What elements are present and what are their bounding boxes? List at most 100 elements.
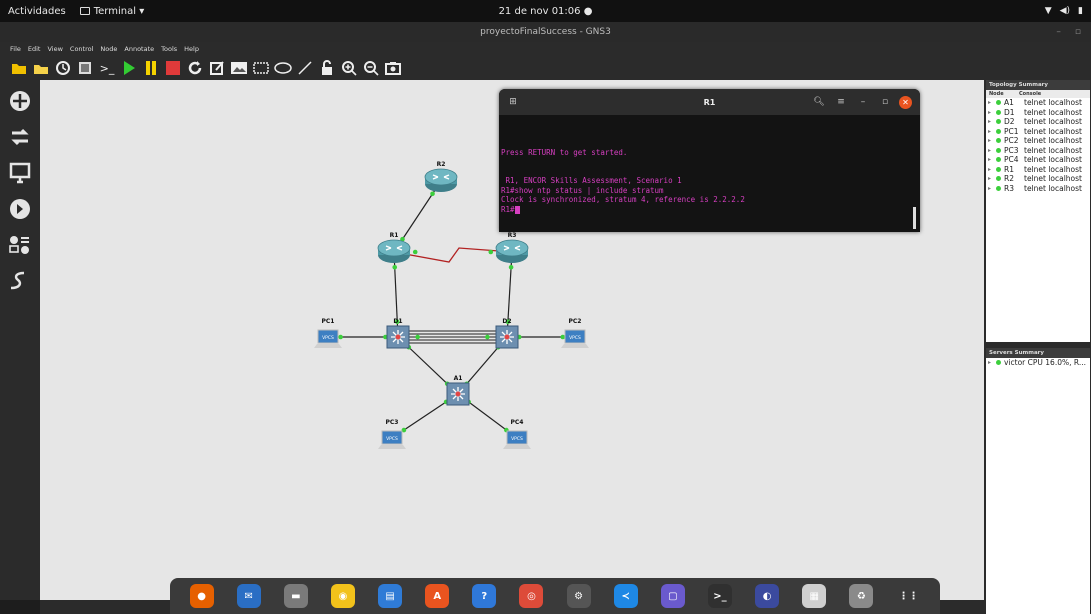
rectangle-icon[interactable] <box>252 59 270 77</box>
screenshot-icon[interactable] <box>384 59 402 77</box>
writer-icon[interactable]: ▤ <box>378 584 403 608</box>
node-r2[interactable]: R2 <box>424 161 458 192</box>
menu-item-control[interactable]: Control <box>70 45 94 53</box>
node-name: PC1 <box>1004 126 1019 136</box>
topology-summary-row[interactable]: ▸ PC1 telnet localhost <box>986 127 1090 137</box>
clock[interactable]: 21 de nov 01:06 ● <box>0 6 1091 17</box>
node-d1[interactable]: D1 <box>386 318 410 349</box>
search-icon[interactable]: 🔍︎ <box>811 94 827 110</box>
rhythmbox-icon[interactable]: ◉ <box>330 584 355 608</box>
expand-arrow-icon[interactable]: ▸ <box>988 156 996 163</box>
topology-summary-row[interactable]: ▸ R2 telnet localhost <box>986 174 1090 184</box>
lock-icon[interactable] <box>318 59 336 77</box>
node-r3[interactable]: R3 <box>495 232 529 263</box>
expand-arrow-icon[interactable]: ▸ <box>988 128 996 135</box>
image-icon[interactable] <box>230 59 248 77</box>
node-pc2[interactable]: VPCS PC2 <box>561 318 589 348</box>
system-tray[interactable]: ▼ ◀) ▮ <box>1045 6 1083 16</box>
topology-summary-row[interactable]: ▸ R1 telnet localhost <box>986 165 1090 175</box>
menu-item-annotate[interactable]: Annotate <box>124 45 154 53</box>
expand-arrow-icon[interactable]: ▸ <box>988 99 996 106</box>
end-devices-icon[interactable] <box>7 160 33 186</box>
expand-arrow-icon[interactable]: ▸ <box>988 147 996 154</box>
firefox-icon[interactable]: ● <box>189 584 214 608</box>
snapshot-icon[interactable] <box>54 59 72 77</box>
minimize-icon[interactable]: – <box>1056 27 1061 37</box>
menu-item-file[interactable]: File <box>10 45 21 53</box>
terminal-app-menu[interactable]: Terminal ▾ <box>74 6 150 17</box>
menu-item-node[interactable]: Node <box>100 45 117 53</box>
menu-icon[interactable]: ≡ <box>833 94 849 110</box>
thunderbird-icon[interactable]: ✉ <box>236 584 261 608</box>
eclipse-icon[interactable]: ◐ <box>755 584 780 608</box>
terminal-window[interactable]: ⊞ R1 🔍︎ ≡ – ▫ ✕ Press RETURN to get star… <box>499 89 920 232</box>
node-name: PC2 <box>1004 136 1019 146</box>
expand-arrow-icon[interactable]: ▸ <box>988 185 996 192</box>
menu-item-tools[interactable]: Tools <box>161 45 177 53</box>
settings-icon[interactable]: ⚙ <box>566 584 591 608</box>
folder-icon[interactable] <box>10 59 28 77</box>
minimize-icon[interactable]: – <box>855 94 871 110</box>
security-icon[interactable] <box>7 196 33 222</box>
switches-icon[interactable] <box>7 124 33 150</box>
routers-icon[interactable] <box>7 88 33 114</box>
trash-icon[interactable]: ♻ <box>849 584 874 608</box>
document-icon[interactable]: ▦ <box>802 584 827 608</box>
terminal-icon[interactable]: >_ <box>707 584 732 608</box>
start-icon[interactable] <box>120 59 138 77</box>
zoom-out-icon[interactable] <box>362 59 380 77</box>
software-icon[interactable]: A <box>425 584 450 608</box>
pause-icon[interactable] <box>142 59 160 77</box>
files-icon[interactable]: ▬ <box>283 584 308 608</box>
expand-arrow-icon[interactable]: ▸ <box>988 137 996 144</box>
terminal-output[interactable]: Press RETURN to get started. R1, ENCOR S… <box>499 115 920 218</box>
console-icon[interactable]: >_ <box>98 59 116 77</box>
activities-button[interactable]: Actividades <box>0 6 74 17</box>
topology-summary-row[interactable]: ▸ PC3 telnet localhost <box>986 146 1090 156</box>
node-pc3[interactable]: VPCS PC3 <box>378 419 406 449</box>
expand-arrow-icon[interactable]: ▸ <box>988 118 996 125</box>
add-link-icon[interactable] <box>7 268 33 294</box>
node-pc4[interactable]: VPCS PC4 <box>503 419 531 449</box>
ellipse-icon[interactable] <box>274 59 292 77</box>
zoom-in-icon[interactable] <box>340 59 358 77</box>
expand-arrow-icon[interactable]: ▸ <box>988 175 996 182</box>
node-pc1[interactable]: VPCS PC1 <box>314 318 342 348</box>
topology-summary-row[interactable]: ▸ A1 telnet localhost <box>986 98 1090 108</box>
serial-link[interactable] <box>393 247 513 263</box>
stop-icon[interactable] <box>164 59 182 77</box>
new-tab-icon[interactable]: ⊞ <box>505 94 521 110</box>
topology-summary-row[interactable]: ▸ D1 telnet localhost <box>986 108 1090 118</box>
expand-arrow-icon[interactable]: ▸ <box>988 359 996 366</box>
menu-item-view[interactable]: View <box>47 45 62 53</box>
terminal-scrollbar[interactable] <box>913 207 916 229</box>
all-devices-icon[interactable] <box>7 232 33 258</box>
app-grid-icon[interactable]: ⋮⋮ <box>896 584 921 608</box>
node-d2[interactable]: D2 <box>495 318 519 349</box>
maximize-icon[interactable]: ▫ <box>877 94 893 110</box>
server-row[interactable]: ▸ victor CPU 16.0%, R... <box>986 358 1090 368</box>
node-r1[interactable]: R1 <box>377 232 411 263</box>
expand-arrow-icon[interactable]: ▸ <box>988 166 996 173</box>
topology-summary-row[interactable]: ▸ PC4 telnet localhost <box>986 155 1090 165</box>
vscode-icon[interactable]: ≺ <box>613 584 638 608</box>
note-icon[interactable] <box>208 59 226 77</box>
preferences-icon[interactable] <box>76 59 94 77</box>
reload-icon[interactable] <box>186 59 204 77</box>
topology-summary-panel: Topology Summary Node Console ▸ A1 telnet … <box>986 80 1090 342</box>
menu-item-help[interactable]: Help <box>184 45 199 53</box>
line-icon[interactable] <box>296 59 314 77</box>
topology-summary-row[interactable]: ▸ PC2 telnet localhost <box>986 136 1090 146</box>
maximize-icon[interactable]: ▫ <box>1075 27 1081 37</box>
topology-summary-row[interactable]: ▸ R3 telnet localhost <box>986 184 1090 194</box>
screenshot-app-icon[interactable]: ▢ <box>660 584 685 608</box>
open-icon[interactable] <box>32 59 50 77</box>
close-icon[interactable]: ✕ <box>899 95 912 109</box>
menu-item-edit[interactable]: Edit <box>28 45 41 53</box>
col-console: Console <box>1019 91 1042 97</box>
expand-arrow-icon[interactable]: ▸ <box>988 109 996 116</box>
help-icon[interactable]: ? <box>472 584 497 608</box>
topology-summary-row[interactable]: ▸ D2 telnet localhost <box>986 117 1090 127</box>
node-a1[interactable]: A1 <box>446 375 470 406</box>
chrome-icon[interactable]: ◎ <box>519 584 544 608</box>
